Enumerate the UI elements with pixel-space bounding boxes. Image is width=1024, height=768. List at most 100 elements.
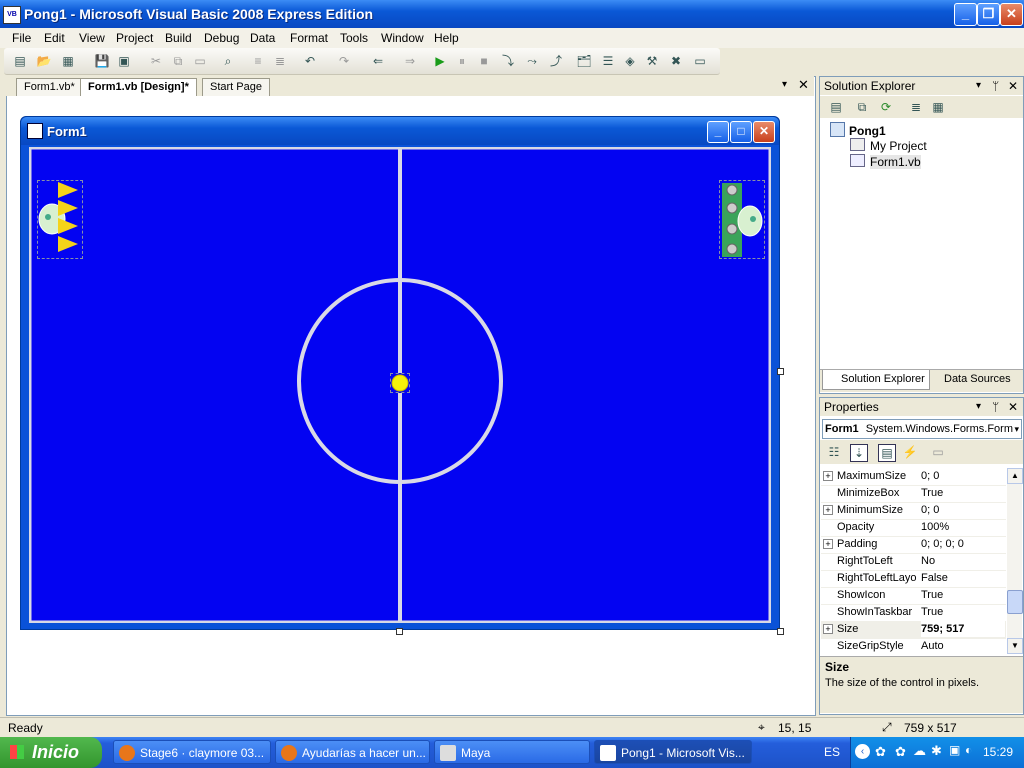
break-all-icon[interactable]: ⏸ [454,53,470,69]
pane-close-icon[interactable]: ✕ [1008,398,1018,416]
menu-view[interactable]: View [73,30,111,46]
pane-close-icon[interactable]: ✕ [1008,77,1018,95]
right-paddle[interactable] [719,180,765,259]
property-value[interactable]: 100% [921,519,1005,535]
tab-start-page[interactable]: Start Page [202,78,270,96]
menu-edit[interactable]: Edit [38,30,71,46]
property-row[interactable]: ShowIcon True [821,587,1006,605]
indent-icon[interactable]: ≡ [250,53,266,69]
property-row[interactable]: RightToLeft No [821,553,1006,571]
resize-handle-corner[interactable] [777,628,784,635]
tree-item-my-project[interactable]: My Project [850,138,927,153]
property-value[interactable]: 0; 0 [921,468,1005,484]
properties-window-icon[interactable]: ☰ [600,53,616,69]
categorized-icon[interactable]: ☷ [826,444,842,460]
property-row[interactable]: + MaximumSize 0; 0 [821,468,1006,486]
menu-help[interactable]: Help [428,30,465,46]
form-close-button[interactable]: ✕ [753,121,775,143]
property-value[interactable]: True [921,587,1005,603]
find-icon[interactable]: ⌕ [220,53,236,69]
solution-explorer-icon[interactable]: 🗂 [576,53,592,69]
tree-item-form1[interactable]: Form1.vb [850,154,921,169]
window-title-bar[interactable]: VB Pong1 - Microsoft Visual Basic 2008 E… [0,0,1024,28]
scroll-thumb[interactable] [1007,590,1023,614]
auto-hide-pin-icon[interactable]: ᛘ [992,77,999,95]
open-file-icon[interactable]: 📂 [36,53,52,69]
chevron-down-icon[interactable]: ▾ [1014,420,1019,438]
start-page-icon[interactable]: ▭ [692,53,708,69]
paste-icon[interactable]: ▭ [192,53,208,69]
property-value[interactable]: Auto [921,638,1005,654]
object-browser-icon[interactable]: ◈ [622,53,638,69]
alphabetical-icon[interactable]: ⇣ [850,444,868,462]
taskbar-item-firefox-1[interactable]: Stage6 · claymore 03... [113,740,271,764]
language-indicator[interactable]: ES [824,745,840,759]
property-value[interactable]: 0; 0 [921,502,1005,518]
navigate-forward-icon[interactable]: ⇒ [402,53,418,69]
step-over-icon[interactable]: ⤳ [524,53,540,69]
start-button[interactable]: Inicio [0,737,102,768]
menu-format[interactable]: Format [284,30,334,46]
property-row[interactable]: + MinimumSize 0; 0 [821,502,1006,520]
object-selector[interactable]: Form1 System.Windows.Forms.Form ▾ [822,419,1022,439]
add-item-icon[interactable]: ▦ [60,53,76,69]
property-row[interactable]: Opacity 100% [821,519,1006,537]
menu-debug[interactable]: Debug [198,30,245,46]
tab-solution-explorer[interactable]: Solution Explorer [822,370,930,390]
active-files-dropdown-icon[interactable]: ▾ [782,79,787,90]
resize-handle-right[interactable] [777,368,784,375]
expand-icon[interactable]: + [823,539,833,549]
property-grid-scrollbar[interactable]: ▲ ▼ [1007,468,1023,654]
expand-icon[interactable]: + [823,471,833,481]
resize-handle-bottom[interactable] [396,628,403,635]
start-debugging-icon[interactable]: ▶ [432,53,448,69]
tree-project[interactable]: Pong1 [830,122,886,138]
pong-field[interactable] [29,147,771,623]
property-row-selected[interactable]: + Size 759; 517 [821,621,1006,639]
new-project-icon[interactable]: ▤ [12,53,28,69]
property-value[interactable]: No [921,553,1005,569]
tray-app-icon[interactable]: ✿ [875,744,886,760]
properties-view-icon[interactable]: ▤ [878,444,896,462]
show-all-files-icon[interactable]: ⧉ [854,99,870,115]
left-paddle[interactable] [37,180,83,259]
tray-network-icon[interactable]: ☁ [913,743,926,759]
property-row[interactable]: MinimizeBox True [821,485,1006,503]
form-minimize-button[interactable]: _ [707,121,729,143]
close-button[interactable]: ✕ [1000,3,1023,26]
tab-form1-design[interactable]: Form1.vb [Design]* [80,78,197,96]
tab-form1-code[interactable]: Form1.vb* [16,78,83,96]
tray-volume-icon[interactable]: ◐ [965,743,972,757]
taskbar-item-maya[interactable]: Maya [434,740,590,764]
property-row[interactable]: ShowInTaskbar True [821,604,1006,622]
tray-display-icon[interactable]: ▣ [949,743,960,757]
navigate-backward-icon[interactable]: ⇐ [370,53,386,69]
expand-icon[interactable]: + [823,505,833,515]
auto-hide-pin-icon[interactable]: ᛘ [992,398,999,416]
ball[interactable] [390,373,410,393]
property-row[interactable]: + Padding 0; 0; 0; 0 [821,536,1006,554]
expand-icon[interactable]: + [823,624,833,634]
taskbar-item-firefox-2[interactable]: Ayudarías a hacer un... [275,740,430,764]
tab-data-sources[interactable]: Data Sources [928,370,1015,389]
menu-tools[interactable]: Tools [334,30,374,46]
scroll-down-icon[interactable]: ▼ [1007,638,1023,654]
form1-title-bar[interactable]: Form1 _ □ ✕ [21,117,779,145]
redo-icon[interactable]: ↷ [336,53,352,69]
scroll-up-icon[interactable]: ▲ [1007,468,1023,484]
menu-data[interactable]: Data [244,30,281,46]
properties-icon[interactable]: ▤ [828,99,844,115]
tray-expand-icon[interactable]: ‹ [855,744,870,759]
property-value[interactable]: True [921,485,1005,501]
form-maximize-button[interactable]: □ [730,121,752,143]
menu-file[interactable]: File [6,30,37,46]
clock[interactable]: 15:29 [983,745,1013,759]
property-value[interactable]: 0; 0; 0; 0 [921,536,1005,552]
events-icon[interactable]: ⚡ [902,444,918,460]
save-icon[interactable]: 💾 [94,53,110,69]
step-into-icon[interactable]: ⤵ [500,53,516,69]
cut-icon[interactable]: ✂ [148,53,164,69]
property-value[interactable]: False [921,570,1005,586]
property-pages-icon[interactable]: ▭ [930,444,946,460]
stop-debugging-icon[interactable]: ■ [476,53,492,69]
